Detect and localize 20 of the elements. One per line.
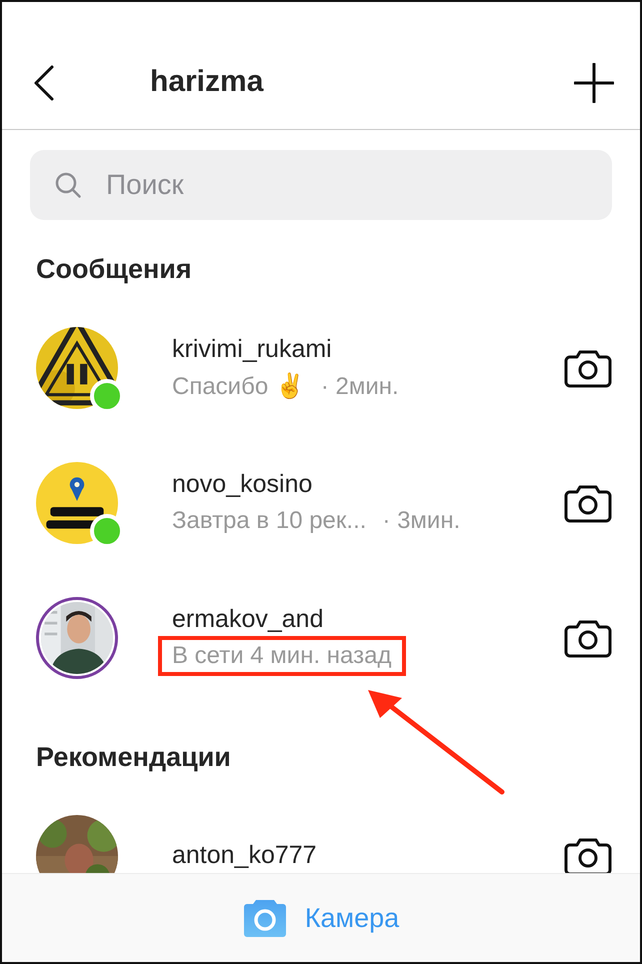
message-preview: Спасибо ✌	[172, 372, 305, 400]
section-heading: Сообщения	[36, 254, 193, 285]
username[interactable]: ermakov_and	[172, 605, 564, 634]
message-time: · 2мин.	[320, 372, 399, 400]
message-preview: В сети 4 мин. назад	[172, 642, 392, 669]
username[interactable]: novo_kosino	[172, 470, 564, 499]
back-icon[interactable]	[32, 63, 56, 103]
message-time: · 3мин.	[382, 507, 460, 534]
section-heading: Рекомендации	[36, 742, 232, 773]
camera-icon[interactable]	[564, 482, 612, 522]
add-icon[interactable]	[574, 63, 614, 103]
camera-icon[interactable]	[564, 836, 612, 873]
message-preview: Завтра в 10 рек...	[172, 507, 366, 534]
camera-icon[interactable]	[564, 618, 612, 658]
camera-icon	[242, 898, 287, 938]
account-title: harizma	[150, 65, 265, 100]
camera-icon[interactable]	[564, 348, 612, 388]
username[interactable]: krivimi_rukami	[172, 334, 564, 364]
username[interactable]: anton_ko777	[172, 841, 564, 870]
search-field[interactable]: Поиск	[30, 150, 612, 220]
